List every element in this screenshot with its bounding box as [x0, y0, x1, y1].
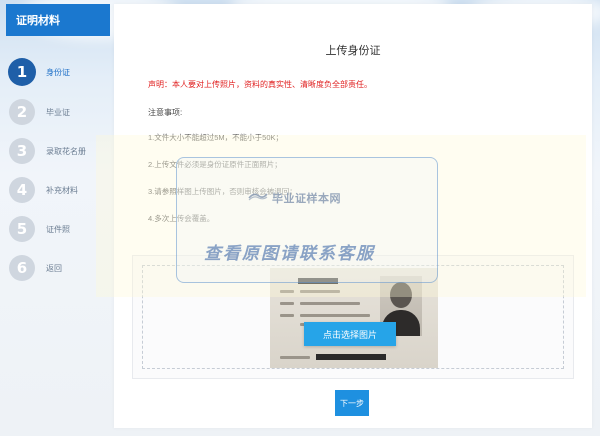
select-image-button[interactable]: 点击选择图片	[304, 322, 396, 346]
step-label: 证件照	[46, 224, 70, 234]
step-label: 录取花名册	[46, 146, 86, 156]
step-label: 补充材料	[46, 185, 78, 195]
redaction-bar	[316, 354, 386, 360]
step-number: 4	[9, 177, 35, 203]
next-step-button[interactable]: 下一步	[335, 390, 369, 416]
step-label: 毕业证	[46, 107, 70, 117]
step-number: 1	[8, 58, 36, 86]
card-text-line	[300, 314, 370, 317]
card-text-line	[280, 302, 294, 305]
step-number: 2	[9, 99, 35, 125]
watermark-frame	[176, 157, 438, 283]
sidebar-header: 证明材料	[6, 4, 110, 36]
step-label: 返回	[46, 263, 62, 273]
step-diploma[interactable]: 2 毕业证	[0, 96, 113, 128]
card-text-line	[280, 356, 310, 359]
watermark-text: 查看原图请联系客服	[204, 244, 375, 263]
card-text-line	[280, 314, 294, 317]
page-title: 上传身份证	[325, 45, 381, 57]
step-label: 身份证	[46, 67, 70, 77]
watermark-logo-text: 毕业证样本网	[272, 193, 341, 205]
step-number: 5	[9, 216, 35, 242]
notes-title: 注意事项:	[148, 108, 183, 117]
step-number: 3	[9, 138, 35, 164]
declaration-text: 声明：本人要对上传照片，资料的真实性、清晰度负全部责任。	[148, 80, 372, 89]
card-text-line	[300, 302, 360, 305]
step-id-card[interactable]: 1 身份证	[0, 56, 113, 88]
watermark-logo-icon	[248, 193, 268, 201]
step-number: 6	[9, 255, 35, 281]
